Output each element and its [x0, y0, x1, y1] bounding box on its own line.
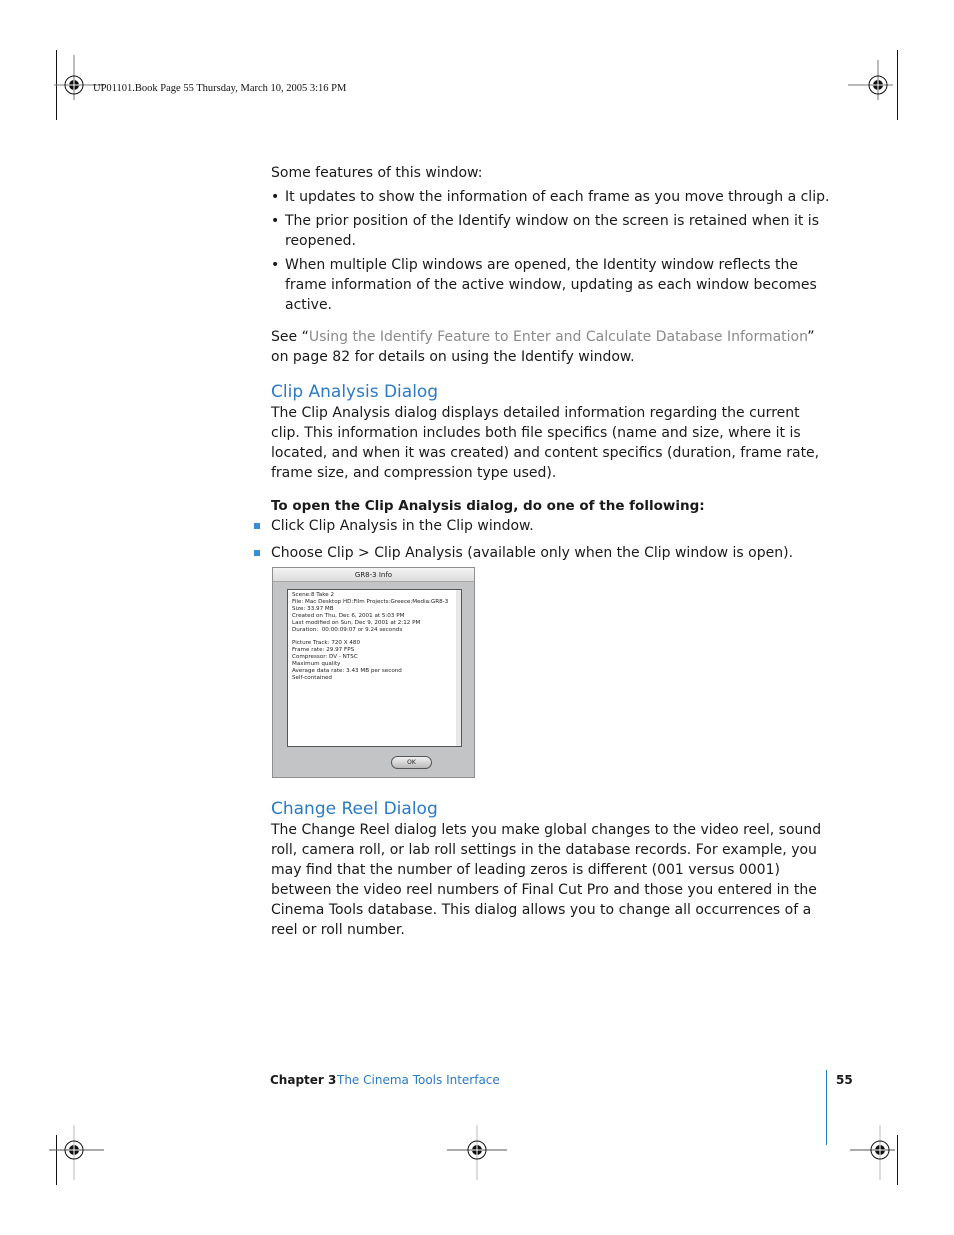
clip-analysis-body: The Clip Analysis dialog displays detail… — [271, 405, 820, 481]
list-item: It updates to show the information of ea… — [271, 187, 831, 207]
change-reel-heading: Change Reel Dialog — [271, 799, 438, 819]
dialog-info-text: Scene:8 Take 2 File: Mac Desktop HD:Film… — [287, 589, 462, 747]
info-text: Scene:8 Take 2 File: Mac Desktop HD:Film… — [292, 592, 449, 681]
ok-button[interactable]: OK — [391, 756, 432, 769]
print-slug: UP01101.Book Page 55 Thursday, March 10,… — [93, 83, 347, 94]
registration-mark-icon — [850, 1125, 895, 1180]
registration-mark-icon — [848, 60, 893, 100]
features-list: It updates to show the information of ea… — [271, 187, 831, 315]
steps-list: Click Clip Analysis in the Clip window. … — [254, 516, 831, 563]
cross-reference-link[interactable]: Using the Identify Feature to Enter and … — [309, 329, 807, 345]
footer-chapter-title: The Cinema Tools Interface — [337, 1073, 500, 1087]
footer-divider — [826, 1070, 827, 1145]
list-item: Choose Clip > Clip Analysis (available o… — [254, 543, 831, 563]
registration-mark-icon — [447, 1125, 507, 1180]
change-reel-section: Change Reel Dialog The Change Reel dialo… — [271, 798, 831, 940]
registration-mark-icon — [49, 1125, 104, 1180]
clip-analysis-heading: Clip Analysis Dialog — [271, 382, 439, 402]
change-reel-body: The Change Reel dialog lets you make glo… — [271, 822, 822, 938]
list-item: When multiple Clip windows are opened, t… — [271, 255, 831, 315]
intro-text: Some features of this window: — [271, 165, 483, 181]
page-number: 55 — [836, 1073, 853, 1087]
step-text: Click Clip Analysis in the Clip window. — [271, 518, 534, 534]
bullet-square-icon — [254, 523, 260, 529]
bullet-square-icon — [254, 550, 260, 556]
see-prefix: See “ — [271, 329, 309, 345]
cross-reference: See “Using the Identify Feature to Enter… — [271, 327, 831, 367]
list-item: Click Clip Analysis in the Clip window. — [254, 516, 831, 536]
instruction-heading: To open the Clip Analysis dialog, do one… — [271, 498, 705, 514]
footer-chapter: Chapter 3 — [270, 1073, 337, 1087]
scrollbar[interactable] — [456, 590, 461, 746]
list-item: The prior position of the Identify windo… — [271, 211, 831, 251]
dialog-title: GR8-3 Info — [273, 568, 474, 582]
page-content: Some features of this window: It updates… — [254, 163, 831, 570]
clip-info-dialog-screenshot: GR8-3 Info Scene:8 Take 2 File: Mac Desk… — [272, 567, 475, 778]
step-text: Choose Clip > Clip Analysis (available o… — [271, 545, 794, 561]
